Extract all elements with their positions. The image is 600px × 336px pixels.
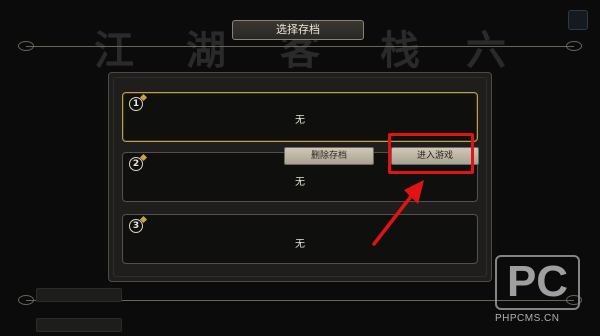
divider-ornament bbox=[18, 41, 34, 51]
bg-char: 湖 bbox=[186, 27, 226, 74]
settings-icon[interactable] bbox=[568, 10, 588, 30]
watermark: PC PHPCMS.CN bbox=[495, 255, 585, 335]
slot-content: 无 bbox=[295, 115, 305, 126]
slot-number-badge: 2 bbox=[129, 157, 143, 171]
page-title: 选择存档 bbox=[232, 20, 364, 40]
pointer-arrow-icon bbox=[372, 180, 424, 246]
side-menu-button[interactable] bbox=[36, 318, 122, 332]
bg-char: 栈 bbox=[380, 27, 420, 74]
watermark-url: PHPCMS.CN bbox=[495, 313, 560, 324]
bg-char: 江 bbox=[94, 27, 134, 74]
divider-ornament bbox=[18, 295, 34, 305]
delete-save-button[interactable]: 删除存档 bbox=[284, 147, 374, 165]
slot-number-badge: 1 bbox=[129, 97, 143, 111]
divider-ornament bbox=[566, 41, 582, 51]
highlight-box bbox=[388, 133, 474, 174]
top-divider bbox=[26, 46, 574, 47]
slot-number-badge: 3 bbox=[129, 219, 143, 233]
bg-char: 六 bbox=[466, 27, 506, 74]
watermark-logo: PC bbox=[495, 255, 580, 310]
side-menu-button[interactable] bbox=[36, 288, 122, 302]
